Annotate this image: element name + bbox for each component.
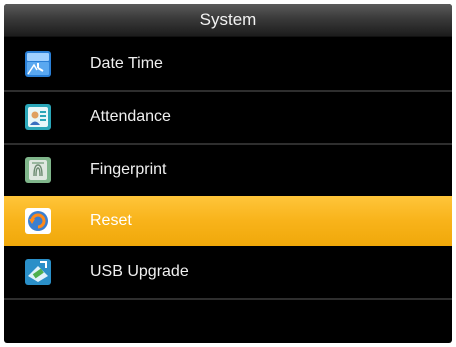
menu-item-reset[interactable]: Reset: [4, 196, 452, 246]
device-screen: System Date Time Attendance Fingerprint …: [4, 4, 452, 343]
fingerprint-icon: [24, 156, 52, 184]
menu-item-label: Reset: [90, 212, 132, 229]
calendar-clock-icon: [24, 50, 52, 78]
usb-upgrade-icon: [24, 258, 52, 286]
reset-icon: [24, 207, 52, 235]
menu-item-label: Fingerprint: [90, 161, 167, 178]
menu-item-usb-upgrade[interactable]: USB Upgrade: [4, 247, 452, 297]
menu-item-label: Attendance: [90, 108, 171, 125]
page-title: System: [199, 10, 257, 29]
separator: [4, 298, 452, 300]
title-bar: System: [4, 4, 452, 37]
menu-item-date-time[interactable]: Date Time: [4, 39, 452, 89]
menu-item-attendance[interactable]: Attendance: [4, 92, 452, 142]
menu-item-label: Date Time: [90, 55, 163, 72]
menu-item-fingerprint[interactable]: Fingerprint: [4, 145, 452, 195]
menu-item-label: USB Upgrade: [90, 263, 189, 280]
attendance-icon: [24, 103, 52, 131]
